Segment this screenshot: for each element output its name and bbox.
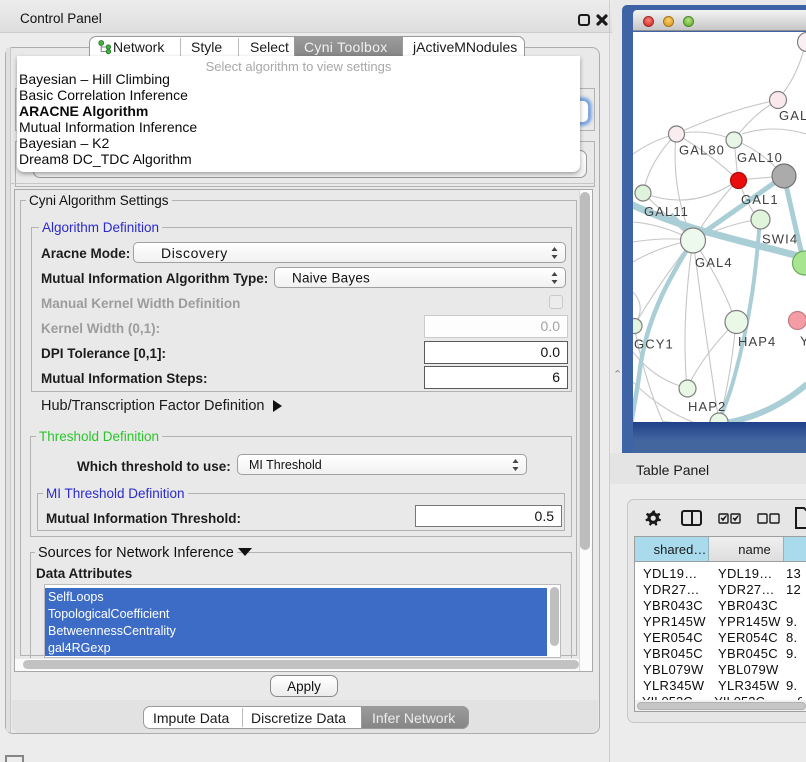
- svg-text:HAP4: HAP4: [738, 334, 776, 349]
- svg-text:GAL1: GAL1: [741, 192, 779, 207]
- svg-text:GCY1: GCY1: [634, 337, 674, 352]
- svg-text:HAP2: HAP2: [688, 399, 726, 414]
- svg-text:SWI4: SWI4: [762, 232, 798, 247]
- svg-text:GAL10: GAL10: [737, 150, 783, 165]
- svg-text:GAL11: GAL11: [644, 204, 689, 219]
- svg-text:GAL: GAL: [779, 108, 806, 123]
- svg-text:GAL80: GAL80: [679, 143, 725, 158]
- svg-text:Y: Y: [800, 334, 806, 349]
- svg-text:GAL4: GAL4: [695, 255, 733, 270]
